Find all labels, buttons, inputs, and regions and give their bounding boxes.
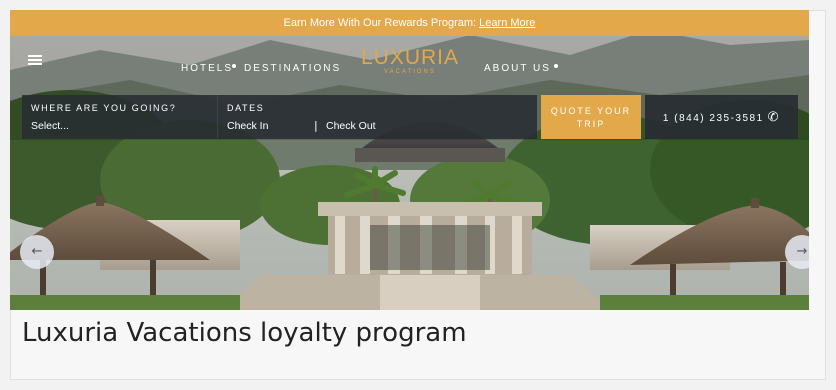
- quote-line-2: TRIP: [576, 119, 606, 129]
- article-caption: Luxuria Vacations loyalty program: [22, 318, 467, 348]
- phone-number-button[interactable]: 1 (844) 235-3581 ✆: [645, 95, 798, 139]
- arrow-right-icon: →: [796, 244, 808, 259]
- nav-separator-dot: [232, 64, 236, 68]
- hero-banner: Earn More With Our Rewards Program: Lear…: [10, 10, 809, 310]
- quote-line-1: QUOTE YOUR: [550, 106, 632, 116]
- quote-your-trip-button[interactable]: QUOTE YOUR TRIP: [541, 95, 641, 139]
- destination-label: WHERE ARE YOU GOING?: [31, 103, 177, 113]
- phone-icon: ✆: [767, 109, 781, 124]
- carousel-prev-button[interactable]: ←: [20, 235, 54, 269]
- luxuria-logo[interactable]: LUXURIA VACATIONS: [360, 46, 460, 75]
- destination-select[interactable]: Select...: [31, 120, 69, 132]
- logo-name: LUXURIA: [360, 46, 460, 69]
- search-bar: WHERE ARE YOU GOING? Select... DATES Che…: [22, 95, 798, 139]
- arrow-left-icon: ←: [31, 244, 43, 259]
- check-in-input[interactable]: Check In: [227, 120, 268, 132]
- dates-label: DATES: [227, 103, 265, 113]
- dates-field: DATES Check In | Check Out: [217, 95, 537, 139]
- hamburger-icon[interactable]: [28, 55, 42, 65]
- check-out-input[interactable]: Check Out: [326, 120, 376, 132]
- phone-number: 1 (844) 235-3581: [662, 113, 764, 124]
- search-gap: [537, 95, 541, 139]
- promo-text: Earn More With Our Rewards Program:: [283, 17, 480, 29]
- rewards-promo-bar: Earn More With Our Rewards Program: Lear…: [10, 10, 809, 36]
- nav-separator-dot: [554, 64, 558, 68]
- top-navigation: HOTELS DESTINATIONS LUXURIA VACATIONS AB…: [10, 36, 809, 94]
- destination-field[interactable]: WHERE ARE YOU GOING? Select...: [22, 95, 217, 139]
- nav-about-us[interactable]: ABOUT US: [484, 63, 551, 74]
- learn-more-link[interactable]: Learn More: [479, 17, 535, 29]
- date-separator: |: [314, 119, 318, 132]
- nav-hotels[interactable]: HOTELS: [181, 63, 233, 74]
- nav-destinations[interactable]: DESTINATIONS: [244, 63, 341, 74]
